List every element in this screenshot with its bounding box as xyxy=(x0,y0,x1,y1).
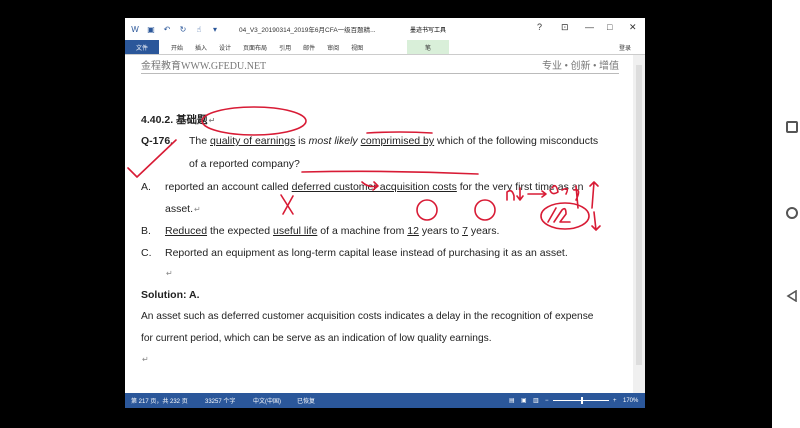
minimize-button[interactable]: — xyxy=(585,22,594,32)
tab-pen[interactable]: 笔 xyxy=(407,40,449,54)
save-icon[interactable]: ▣ xyxy=(145,25,157,34)
page-header: 金程教育WWW.GFEDU.NET 专业 • 创新 • 增值 xyxy=(141,55,619,74)
redo-icon[interactable]: ↻ xyxy=(177,25,189,34)
close-button[interactable]: ✕ xyxy=(629,22,637,33)
option-a-line-2: asset.↵ xyxy=(165,203,201,215)
sign-in-link[interactable]: 登录 xyxy=(619,43,631,52)
section-heading: 4.40.2. 基础题↵ xyxy=(141,114,216,126)
home-icon[interactable] xyxy=(786,207,798,219)
phone-nav-bar xyxy=(772,0,800,428)
back-icon[interactable] xyxy=(786,290,798,302)
tab-layout[interactable]: 页面布局 xyxy=(243,43,267,52)
undo-icon[interactable]: ↶ xyxy=(161,25,173,34)
restore-button[interactable]: □ xyxy=(607,22,612,32)
zoom-level[interactable]: 170% xyxy=(623,398,638,404)
title-bar: W ▣ ↶ ↻ ☝ ▾ 04_V3_20190314_2019年6月CFA一级百… xyxy=(125,18,645,40)
document-title: 04_V3_20190314_2019年6月CFA一级百题精... xyxy=(239,27,376,34)
recent-apps-icon[interactable] xyxy=(786,121,798,133)
ribbon-display-icon[interactable]: ⊡ xyxy=(561,22,569,33)
touch-mode-icon[interactable]: ☝ xyxy=(193,25,205,34)
scrollbar-thumb[interactable] xyxy=(636,65,642,365)
option-a-line-1: reported an account called deferred cust… xyxy=(165,181,584,193)
solution-heading: Solution: A. xyxy=(141,289,200,301)
read-mode-icon[interactable]: ▤ xyxy=(509,397,515,404)
language-indicator[interactable]: 中文(中国) xyxy=(253,396,281,405)
tab-mailings[interactable]: 邮件 xyxy=(303,43,315,52)
status-bar: 第 217 页，共 232 页 33257 个字 中文(中国) 已恢复 ▤ ▣ … xyxy=(125,393,645,408)
tab-file[interactable]: 文件 xyxy=(125,40,159,54)
tab-design[interactable]: 设计 xyxy=(219,43,231,52)
option-c-text: Reported an equipment as long-term capit… xyxy=(165,247,568,259)
word-window: W ▣ ↶ ↻ ☝ ▾ 04_V3_20190314_2019年6月CFA一级百… xyxy=(125,18,645,408)
section-title: 基础题 xyxy=(176,114,208,126)
tab-review[interactable]: 审阅 xyxy=(327,43,339,52)
help-button[interactable]: ? xyxy=(537,22,542,32)
zoom-slider-thumb[interactable] xyxy=(581,397,583,404)
option-c-label: C. xyxy=(141,247,152,259)
tab-insert[interactable]: 插入 xyxy=(195,43,207,52)
question-line-1: Q-176. The quality of earnings is most l… xyxy=(141,135,599,147)
header-left-text: 金程教育WWW.GFEDU.NET xyxy=(141,61,267,72)
section-number: 4.40.2. xyxy=(141,114,174,126)
ribbon-tabs: 文件 开始 插入 设计 页面布局 引用 邮件 审阅 视图 笔 登录 xyxy=(125,40,645,55)
web-layout-icon[interactable]: ▥ xyxy=(533,397,539,404)
tab-references[interactable]: 引用 xyxy=(279,43,291,52)
question-label: Q-176. xyxy=(141,135,174,147)
vertical-scrollbar[interactable] xyxy=(633,55,645,398)
solution-line-2: for current period, which can be serve a… xyxy=(141,333,492,344)
document-page[interactable]: 金程教育WWW.GFEDU.NET 专业 • 创新 • 增值 4.40.2. 基… xyxy=(125,55,633,398)
paragraph-mark: ↵ xyxy=(166,269,173,278)
paragraph-mark: ↵ xyxy=(142,355,149,364)
zoom-in-icon[interactable]: + xyxy=(613,398,617,404)
recovered-status: 已恢复 xyxy=(297,399,316,405)
page-count[interactable]: 第 217 页，共 232 页 xyxy=(131,396,188,405)
option-b-label: B. xyxy=(141,225,151,237)
word-logo-icon: W xyxy=(131,24,139,34)
tab-view[interactable]: 视图 xyxy=(351,43,363,52)
print-layout-icon[interactable]: ▣ xyxy=(521,397,527,404)
customize-icon[interactable]: ▾ xyxy=(209,25,221,34)
word-count[interactable]: 33257 个字 xyxy=(205,396,235,405)
option-b-text: Reduced the expected useful life of a ma… xyxy=(165,225,500,237)
zoom-out-icon[interactable]: − xyxy=(545,398,549,404)
option-a-label: A. xyxy=(141,181,151,193)
tab-home[interactable]: 开始 xyxy=(171,43,183,52)
header-right-text: 专业 • 创新 • 增值 xyxy=(541,61,619,72)
context-tab-ink-tools: 墨迹书写工具 xyxy=(407,18,449,40)
question-line-2: of a reported company? xyxy=(189,158,300,170)
solution-line-1: An asset such as deferred customer acqui… xyxy=(141,311,594,322)
